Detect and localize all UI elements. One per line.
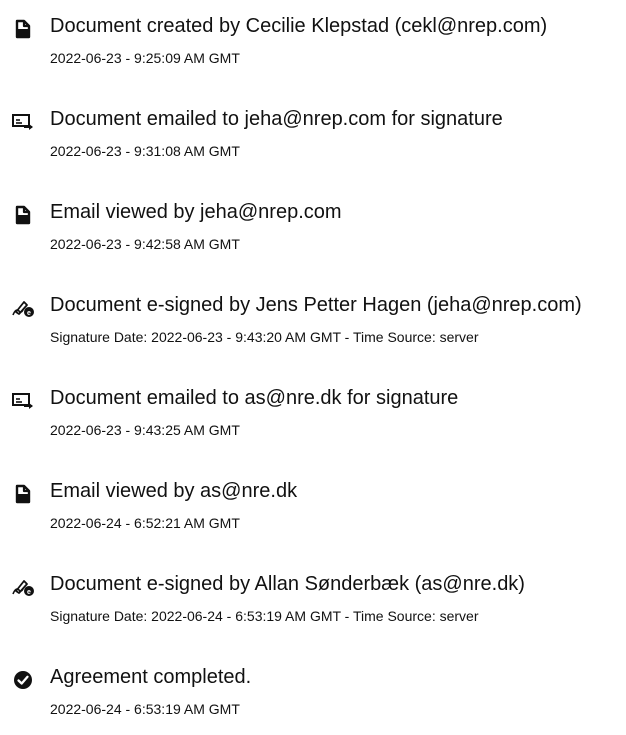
audit-event-esigned-as: e Document e-signed by Allan Sønderbæk (… (0, 572, 626, 642)
svg-text:e: e (27, 589, 31, 596)
audit-event-email-viewed-as: Email viewed by as@nre.dk 2022-06-24 - 6… (0, 479, 626, 549)
audit-event-list: Document created by Cecilie Klepstad (ce… (0, 0, 626, 717)
audit-event-document-created: Document created by Cecilie Klepstad (ce… (0, 14, 626, 84)
event-timestamp: 2022-06-24 - 6:52:21 AM GMT (50, 515, 240, 531)
audit-event-agreement-completed: Agreement completed. 2022-06-24 - 6:53:1… (0, 665, 626, 735)
document-icon (10, 16, 36, 42)
esign-pen-icon: e (10, 295, 36, 321)
email-send-icon (10, 109, 36, 135)
audit-event-esigned-jeha: e Document e-signed by Jens Petter Hagen… (0, 293, 626, 363)
event-timestamp: 2022-06-23 - 9:42:58 AM GMT (50, 236, 240, 252)
esign-pen-icon: e (10, 574, 36, 600)
event-timestamp: 2022-06-23 - 9:31:08 AM GMT (50, 143, 240, 159)
svg-text:e: e (27, 310, 31, 317)
event-title: Email viewed by jeha@nrep.com (50, 201, 342, 223)
audit-event-emailed-as: Document emailed to as@nre.dk for signat… (0, 386, 626, 456)
event-timestamp: 2022-06-23 - 9:43:25 AM GMT (50, 422, 240, 438)
event-timestamp: 2022-06-24 - 6:53:19 AM GMT (50, 701, 240, 717)
audit-event-emailed-jeha: Document emailed to jeha@nrep.com for si… (0, 107, 626, 177)
event-title: Email viewed by as@nre.dk (50, 480, 298, 502)
document-icon (10, 481, 36, 507)
audit-event-email-viewed-jeha: Email viewed by jeha@nrep.com 2022-06-23… (0, 200, 626, 270)
event-title: Document emailed to jeha@nrep.com for si… (50, 108, 503, 130)
event-signature-date: Signature Date: 2022-06-23 - 9:43:20 AM … (50, 329, 479, 345)
event-title: Document emailed to as@nre.dk for signat… (50, 387, 459, 409)
email-send-icon (10, 388, 36, 414)
event-timestamp: 2022-06-23 - 9:25:09 AM GMT (50, 50, 240, 66)
check-circle-icon (10, 667, 36, 693)
event-signature-date: Signature Date: 2022-06-24 - 6:53:19 AM … (50, 608, 479, 624)
event-title: Document created by Cecilie Klepstad (ce… (50, 15, 548, 37)
event-title: Document e-signed by Allan Sønderbæk (as… (50, 573, 525, 595)
document-icon (10, 202, 36, 228)
event-title: Document e-signed by Jens Petter Hagen (… (50, 294, 582, 316)
event-title: Agreement completed. (50, 666, 252, 688)
